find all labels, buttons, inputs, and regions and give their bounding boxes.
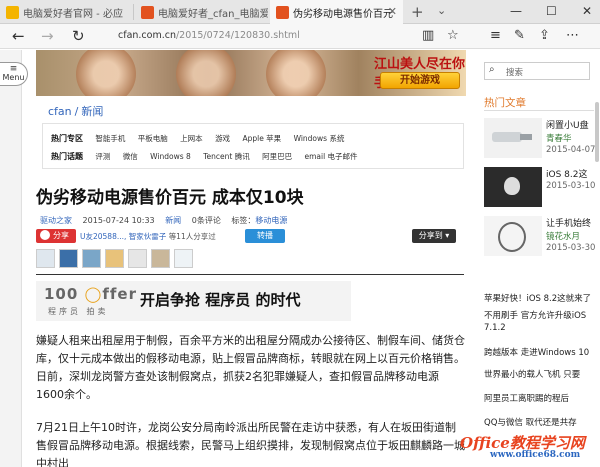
share-icon[interactable]: ⇪ bbox=[539, 28, 550, 43]
sidebar-article-link[interactable]: 苹果好快！iOS 8.2这就来了 bbox=[484, 292, 591, 304]
start-game-button[interactable]: 开始游戏 bbox=[380, 72, 460, 89]
web-page: ≡ Menu 江山美人尽在你手 开始游戏 cfan/新闻 热门专区 智能手机 平… bbox=[0, 50, 600, 467]
tab-article[interactable]: 伪劣移动电源售价百元 ✕ bbox=[270, 0, 403, 24]
article-meta: 驱动之家 2015-07-24 10:33 新闻 0条评论 标签：移动电源 bbox=[40, 215, 287, 226]
url-field[interactable]: cfan.com.cn/2015/0724/120830.shtml bbox=[118, 30, 300, 41]
search-icon: ⌕ bbox=[489, 64, 495, 75]
scrollbar[interactable] bbox=[595, 102, 599, 162]
bing-favicon-icon bbox=[6, 5, 19, 19]
reading-view-icon[interactable]: ▥ bbox=[422, 28, 434, 43]
tab-bing[interactable]: 电脑爱好者官网 - 必应 bbox=[0, 0, 133, 24]
favorite-star-icon[interactable]: ☆ bbox=[447, 28, 459, 43]
avatar[interactable] bbox=[174, 249, 193, 268]
nav-link[interactable]: 平板电脑 bbox=[138, 134, 168, 143]
ad-text: 开启争抢 程序员 的时代 bbox=[140, 291, 301, 309]
left-strip bbox=[0, 50, 22, 467]
web-note-icon[interactable]: ✎ bbox=[514, 28, 525, 43]
close-tab-icon[interactable]: ✕ bbox=[388, 5, 397, 18]
hot-articles-title: 热门文章 bbox=[484, 97, 526, 109]
article-title: 伪劣移动电源售价百元 成本仅10块 bbox=[36, 188, 304, 208]
avatar[interactable] bbox=[128, 249, 147, 268]
cfan-favicon-icon bbox=[276, 5, 289, 19]
publish-time: 2015-07-24 10:33 bbox=[82, 216, 155, 225]
cfan-favicon-icon bbox=[141, 5, 154, 19]
avatar[interactable] bbox=[82, 249, 101, 268]
nav-link[interactable]: Windows 8 bbox=[150, 152, 191, 161]
search-input[interactable]: ⌕ 搜索 bbox=[484, 62, 590, 80]
game-banner-ad[interactable]: 江山美人尽在你手 开始游戏 bbox=[36, 50, 466, 96]
sidebar-article-link[interactable]: 不用刷手 官方允许升级iOS 7.1.2 bbox=[484, 310, 600, 334]
breadcrumb-cfan[interactable]: cfan bbox=[48, 105, 72, 118]
nav-link[interactable]: Windows 系统 bbox=[294, 134, 345, 143]
nav-link[interactable]: 上网本 bbox=[180, 134, 203, 143]
watermark-logo: Office教程学习网 www.office68.com bbox=[460, 434, 585, 460]
article-paragraph: 嫌疑人租来出租屋用于制假，百余平方米的出租屋分隔成办公接待区、制假车间、储货仓库… bbox=[36, 334, 465, 401]
ad-logo-sub: 程序员 拍卖 bbox=[48, 307, 109, 316]
avatar[interactable] bbox=[151, 249, 170, 268]
hot-topic-row: 热门话题 评测 微信 Windows 8 Tencent 腾讯 阿里巴巴 ema… bbox=[51, 152, 358, 161]
article-paragraph: 7月21日上午10时许，龙岗公安分局南岭派出所民警在走访中获悉，有人在坂田街道制… bbox=[36, 421, 465, 467]
avatar[interactable] bbox=[105, 249, 124, 268]
comment-count[interactable]: 0条评论 bbox=[192, 216, 221, 225]
sidebar-article-link[interactable]: 阿里员工离职踢的程后 bbox=[484, 392, 569, 404]
tab-title: 电脑爱好者_cfan_电脑爱好者 bbox=[158, 8, 268, 20]
maximize-button[interactable]: ☐ bbox=[546, 4, 557, 18]
offer-ad-banner[interactable]: 100 ◯ffer 程序员 拍卖 开启争抢 程序员 的时代 bbox=[36, 281, 351, 321]
new-tab-button[interactable]: + bbox=[411, 3, 424, 21]
tab-title: 伪劣移动电源售价百元 bbox=[293, 8, 393, 20]
repost-button[interactable]: 转播 bbox=[245, 229, 285, 243]
divider bbox=[36, 274, 464, 275]
apple-thumbnail bbox=[484, 167, 542, 207]
hamburger-icon: ≡ bbox=[9, 64, 18, 74]
share-to-dropdown[interactable]: 分享到 ▾ bbox=[412, 229, 456, 243]
menu-button[interactable]: ≡ Menu bbox=[0, 62, 28, 86]
nav-link[interactable]: Tencent 腾讯 bbox=[203, 152, 250, 161]
share-row: 分享 U友20588..., 智家伙雷子 等11人分享过 转播 分享到 ▾ bbox=[36, 229, 464, 245]
source-link[interactable]: 驱动之家 bbox=[40, 216, 72, 225]
breadcrumb-news[interactable]: 新闻 bbox=[81, 105, 103, 118]
minimize-button[interactable]: — bbox=[510, 4, 522, 18]
nav-link[interactable]: 阿里巴巴 bbox=[262, 152, 292, 161]
topic-nav-box: 热门专区 智能手机 平板电脑 上网本 游戏 Apple 苹果 Windows 系… bbox=[42, 123, 464, 169]
right-sidebar: ⌕ 搜索 热门文章 闲置小U盘 青春华 2015-04-07 iOS 8.2这 201… bbox=[478, 50, 600, 467]
sidebar-article-link[interactable]: 跨越版本 走进Windows 10 bbox=[484, 346, 589, 358]
share-info: U友20588..., 智家伙雷子 等11人分享过 bbox=[80, 232, 216, 241]
refresh-button[interactable]: ↻ bbox=[72, 27, 85, 45]
nav-link[interactable]: 评测 bbox=[95, 152, 110, 161]
tab-preview-chevron-icon[interactable]: ⌄ bbox=[437, 4, 446, 17]
breadcrumb: cfan / 新闻 bbox=[48, 105, 104, 118]
more-icon[interactable]: ⋯ bbox=[566, 28, 579, 43]
usb-thumbnail bbox=[484, 118, 542, 158]
nav-link[interactable]: Apple 苹果 bbox=[242, 134, 281, 143]
nav-link[interactable]: 游戏 bbox=[215, 134, 230, 143]
avatar[interactable] bbox=[36, 249, 55, 268]
back-button[interactable]: ← bbox=[12, 27, 25, 45]
phone-thumbnail bbox=[484, 216, 542, 256]
tab-title: 电脑爱好者官网 - 必应 bbox=[23, 8, 123, 20]
address-bar: ← → ↻ cfan.com.cn/2015/0724/120830.shtml… bbox=[0, 24, 600, 49]
sidebar-article-link[interactable]: QQ与微信 取代还是共存 bbox=[484, 416, 577, 428]
tag-label: 标签： bbox=[231, 216, 256, 225]
forward-button[interactable]: → bbox=[41, 27, 54, 45]
hot-zone-row: 热门专区 智能手机 平板电脑 上网本 游戏 Apple 苹果 Windows 系… bbox=[51, 134, 345, 143]
close-window-button[interactable]: ✕ bbox=[582, 4, 592, 18]
tab-cfan-home[interactable]: 电脑爱好者_cfan_电脑爱好者 bbox=[135, 0, 268, 24]
category-link[interactable]: 新闻 bbox=[165, 216, 181, 225]
nav-link[interactable]: 智能手机 bbox=[95, 134, 125, 143]
tab-bar: 电脑爱好者官网 - 必应 电脑爱好者_cfan_电脑爱好者 伪劣移动电源售价百元… bbox=[0, 0, 600, 24]
sidebar-article-link[interactable]: 世界最小的载人飞机 只要 bbox=[484, 368, 580, 380]
sharer-avatars bbox=[36, 249, 193, 269]
hub-icon[interactable]: ≡ bbox=[490, 28, 501, 43]
nav-link[interactable]: email 电子邮件 bbox=[304, 152, 357, 161]
avatar[interactable] bbox=[59, 249, 78, 268]
tag-link[interactable]: 移动电源 bbox=[255, 216, 287, 225]
weibo-icon bbox=[40, 230, 50, 240]
ad-logo: 100 ◯ffer bbox=[44, 285, 137, 303]
nav-link[interactable]: 微信 bbox=[123, 152, 138, 161]
weibo-share-button[interactable]: 分享 bbox=[36, 229, 76, 243]
